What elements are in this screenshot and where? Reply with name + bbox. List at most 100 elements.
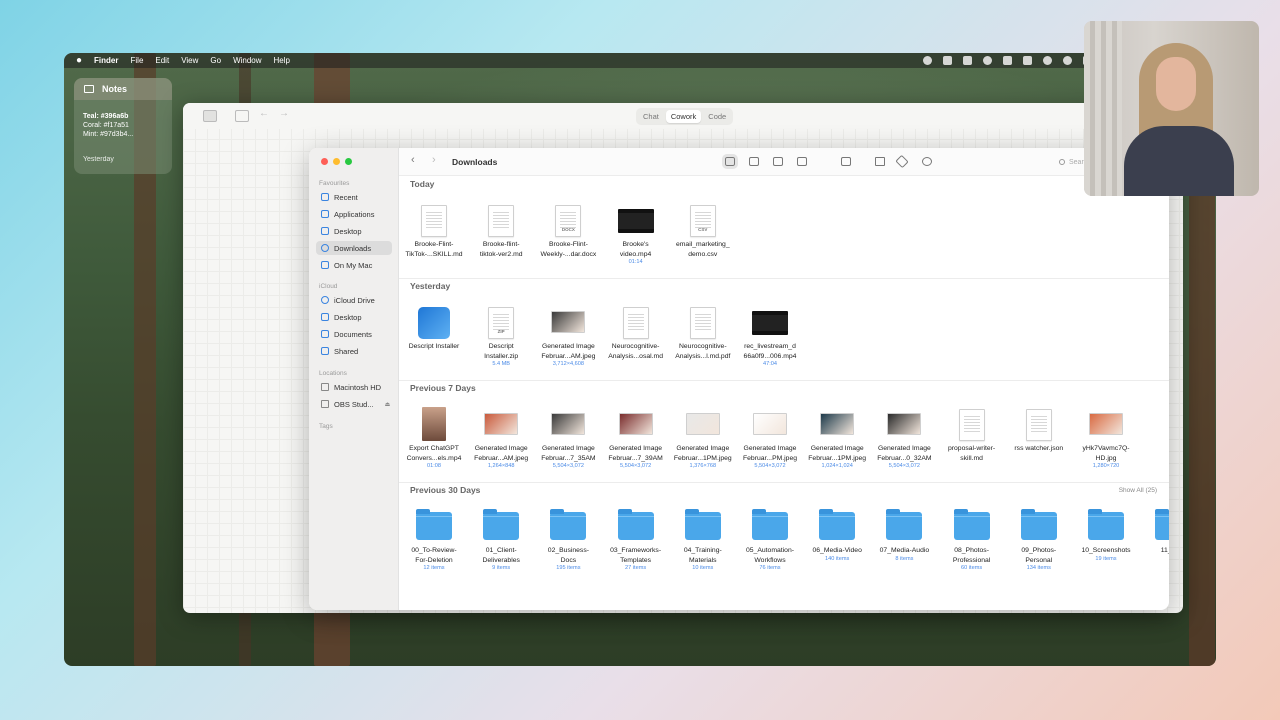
sidebar-item-desktop[interactable]: Desktop [316,224,392,238]
sidebar-item-downloads[interactable]: Downloads [316,241,392,255]
folder-item[interactable]: 10_Screenshots 19 items [1073,507,1139,563]
thumbnail-frame [670,507,736,543]
folder-item[interactable]: 04_Training- Materials 10 items [670,507,736,572]
thumbnail-frame [603,405,669,441]
sidebar-item-macintosh-hd[interactable]: Macintosh HD [316,380,392,394]
thumbnail-frame [804,405,870,441]
file-item[interactable]: Export ChatGPT Convers...els.mp4 01:08 [401,405,467,470]
menu-app-name[interactable]: Finder [94,56,118,65]
zoom-button[interactable] [345,158,352,165]
sidebar-item-icloud-desktop[interactable]: Desktop [316,310,392,324]
file-item[interactable]: rec_livestream_d 66a0f9...006.mp4 47:04 [737,303,803,368]
back-chevron-icon[interactable]: ‹ [411,154,415,166]
folder-item[interactable]: 07_Media-Audio 8 items [871,507,937,563]
file-item[interactable]: Generated Image Februar...0_32AM 5,504×3,… [871,405,937,470]
file-item[interactable]: Generated Image Februar...AM.jpeg 3,712×4… [535,303,601,368]
thumbnail-frame [1140,507,1169,543]
item-name: yHk7Vavmc7Q- HD.jpg [1082,445,1130,462]
menu-view[interactable]: View [181,56,198,65]
status-app-icon[interactable] [1063,56,1072,65]
file-item[interactable]: Descript Installer [401,303,467,352]
sidebar-item-icloud-drive[interactable]: iCloud Drive [316,293,392,307]
thumbnail-frame: ZIP [468,303,534,339]
forward-chevron-icon[interactable]: › [432,154,436,166]
file-item[interactable]: Generated Image Februar...1PM.jpeg 1,376×… [670,405,736,470]
sidebar-item-shared[interactable]: Shared [316,344,392,358]
item-name: rss watcher.json [1014,445,1064,452]
file-item[interactable]: Generated Image Februar...PM.jpeg 5,504×3… [737,405,803,470]
list-view-icon[interactable] [749,157,759,166]
item-name: rec_livestream_d 66a0f9...006.mp4 [743,343,797,360]
menu-go[interactable]: Go [210,56,221,65]
file-item[interactable]: Neurocognitive- Analysis...l.md.pdf [670,303,736,361]
sidebar-item-on-my-mac[interactable]: On My Mac [316,258,392,272]
file-item[interactable]: ZIP Descript Installer.zip 5.4 MB [468,303,534,368]
file-item[interactable]: Generated Image Februar...7_35AM 5,504×3,… [535,405,601,470]
sidebar-item-applications[interactable]: Applications [316,207,392,221]
menu-help[interactable]: Help [274,56,290,65]
notes-line: Teal: #396a6b [83,113,129,120]
menu-edit[interactable]: Edit [155,56,169,65]
status-app-icon[interactable] [963,56,972,65]
file-item[interactable]: Generated Image Februar...1PM.jpeg 1,024×… [804,405,870,470]
menu-file[interactable]: File [131,56,144,65]
eject-icon[interactable]: ⏏ [385,401,391,408]
status-app-icon[interactable] [983,56,992,65]
sidebar-item-label: Applications [334,209,375,219]
status-app-icon[interactable] [923,56,932,65]
share-icon[interactable] [875,157,885,166]
tab-cowork[interactable]: Cowork [665,110,702,123]
panel-icon[interactable] [235,110,249,122]
file-item[interactable]: Brooke-flint- tiktok-ver2.md [468,201,534,259]
folder-item[interactable]: 08_Photos- Professional 60 items [939,507,1005,572]
folder-item[interactable]: 06_Media-Video 140 items [804,507,870,563]
show-all-button[interactable]: Show All (25) [1119,487,1157,494]
group-by-icon[interactable] [841,157,851,166]
back-arrow-icon[interactable]: ← [259,108,269,119]
notes-widget[interactable]: Notes Teal: #396a6b Coral: #f17a51 Mint:… [74,78,172,174]
apple-menu-icon[interactable]: ● [76,55,82,66]
file-item[interactable]: CSV email_marketing_ demo.csv [670,201,736,259]
menu-window[interactable]: Window [233,56,261,65]
icon-view-icon[interactable] [722,154,738,169]
sidebar-item-documents[interactable]: Documents [316,327,392,341]
item-name: Brooke-flint- tiktok-ver2.md [479,241,523,258]
file-item[interactable]: Brooke's video.mp4 01:14 [603,201,669,266]
file-item[interactable]: Generated Image Februar...AM.jpeg 1,264×8… [468,405,534,470]
file-item[interactable]: Generated Image Februar...7_39AM 5,504×3,… [603,405,669,470]
folder-item[interactable]: 00_To-Review- For-Deletion 12 items [401,507,467,572]
file-item[interactable]: rss watcher.json [1006,405,1072,454]
folder-item[interactable]: 03_Frameworks- Templates 27 items [603,507,669,572]
more-actions-icon[interactable] [922,157,932,166]
folder-item[interactable]: 05_Automation- Workflows 76 items [737,507,803,572]
file-item[interactable]: proposal-writer- skill.md [939,405,1005,463]
tab-code[interactable]: Code [703,110,731,123]
sidebar-item-label: OBS Stud... [334,399,374,409]
item-meta: 5,504×3,072 [552,463,585,469]
column-view-icon[interactable] [773,157,783,166]
folder-item[interactable]: 02_Business- Docs 195 items [535,507,601,572]
sidebar-toggle-icon[interactable] [203,110,217,122]
sidebar-item-recent[interactable]: Recent [316,190,392,204]
status-app-icon[interactable] [1043,56,1052,65]
folder-item[interactable]: 01_Client- Deliverables 9 items [468,507,534,572]
tab-chat[interactable]: Chat [638,110,664,123]
item-name: 03_Frameworks- Templates [610,547,662,564]
gallery-view-icon[interactable] [797,157,807,166]
status-app-icon[interactable] [1003,56,1012,65]
file-item[interactable]: yHk7Vavmc7Q- HD.jpg 1,280×720 [1073,405,1139,470]
minimize-button[interactable] [333,158,340,165]
status-app-icon[interactable] [943,56,952,65]
file-item[interactable]: DOCX Brooke-Flint- Weekly-...dar.docx [535,201,601,259]
status-app-icon[interactable] [1023,56,1032,65]
folder-item[interactable]: 09_Photos- Personal 134 items [1006,507,1072,572]
forward-arrow-icon[interactable]: → [279,108,289,119]
tag-icon[interactable] [895,154,909,169]
shared-folder-icon [321,347,329,355]
close-button[interactable] [321,158,328,165]
folder-item[interactable]: 11_AI-G Im 121 [1140,507,1169,572]
file-item[interactable]: Brooke-Flint- TikTok-...SKILL.md [401,201,467,259]
sidebar-item-obs-studio[interactable]: OBS Stud... ⏏ [316,397,392,411]
item-name: 04_Training- Materials [683,547,722,564]
file-item[interactable]: Neurocognitive- Analysis...osal.md [603,303,669,361]
